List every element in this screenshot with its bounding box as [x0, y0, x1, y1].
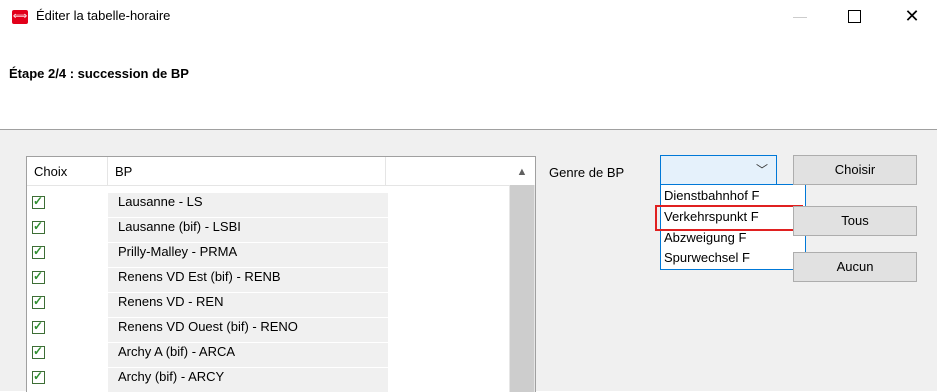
bp-type-label: Genre de BP — [549, 165, 625, 180]
bp-cell: Renens VD Ouest (bif) - RENO — [108, 318, 388, 342]
table-row[interactable]: Lausanne (bif) - LSBI — [27, 218, 510, 243]
column-header-choice[interactable]: Choix — [27, 157, 108, 185]
bp-cell: Archy (bif) - ARCY — [108, 368, 388, 392]
wizard-header: Étape 2/4 : succession de BP — [0, 33, 937, 130]
chevron-down-icon: ﹀ — [755, 163, 768, 177]
maximize-icon — [847, 9, 861, 23]
row-checkbox[interactable] — [32, 319, 45, 334]
sbb-logo-icon: ⟺ — [12, 10, 28, 24]
scroll-up-arrow-icon[interactable]: ▲ — [509, 157, 535, 185]
dropdown-option-dienstbahnhof[interactable]: Dienstbahnhof F — [664, 188, 759, 206]
bp-type-select[interactable]: ﹀ — [660, 155, 777, 185]
row-checkbox[interactable] — [32, 244, 45, 259]
row-checkbox[interactable] — [32, 294, 45, 309]
bp-cell: Renens VD - REN — [108, 293, 388, 317]
bp-cell: Archy A (bif) - ARCA — [108, 343, 388, 367]
close-icon: ✕ — [904, 6, 920, 26]
table-header: Choix BP — [27, 157, 517, 186]
scroll-thumb[interactable] — [510, 185, 534, 392]
select-all-button[interactable]: Tous — [793, 206, 917, 236]
row-checkbox[interactable] — [32, 219, 45, 234]
vertical-scrollbar[interactable]: ▲ — [509, 157, 535, 392]
minimize-icon: — — [793, 8, 807, 24]
table-row[interactable]: Renens VD - REN — [27, 293, 510, 318]
edit-timetable-window: ⟺ Éditer la tabelle-horaire — ✕ Étape 2/… — [0, 0, 937, 392]
table-row[interactable]: Renens VD Est (bif) - RENB — [27, 268, 510, 293]
minimize-button[interactable]: — — [777, 0, 823, 33]
bp-cell: Lausanne - LS — [108, 193, 388, 217]
bp-cell: Prilly-Malley - PRMA — [108, 243, 388, 267]
maximize-button[interactable] — [831, 0, 877, 33]
bp-table: Choix BP Lausanne - LS Lausanne (bif) - … — [26, 156, 536, 392]
choose-button[interactable]: Choisir — [793, 155, 917, 185]
dropdown-option-abzweigung[interactable]: Abzweigung F — [664, 230, 746, 248]
table-row[interactable]: Prilly-Malley - PRMA — [27, 243, 510, 268]
dropdown-option-spurwechsel[interactable]: Spurwechsel F — [664, 250, 750, 268]
title-bar[interactable]: ⟺ Éditer la tabelle-horaire — ✕ — [0, 0, 937, 33]
bp-cell: Renens VD Est (bif) - RENB — [108, 268, 388, 292]
row-checkbox[interactable] — [32, 194, 45, 209]
close-button[interactable]: ✕ — [889, 0, 935, 33]
column-header-bp[interactable]: BP — [108, 157, 386, 185]
table-rows: Lausanne - LS Lausanne (bif) - LSBI Pril… — [27, 193, 510, 392]
row-checkbox[interactable] — [32, 369, 45, 384]
table-row[interactable]: Archy A (bif) - ARCA — [27, 343, 510, 368]
table-row[interactable]: Archy (bif) - ARCY — [27, 368, 510, 392]
row-checkbox[interactable] — [32, 269, 45, 284]
row-checkbox[interactable] — [32, 344, 45, 359]
bp-cell: Lausanne (bif) - LSBI — [108, 218, 388, 242]
table-row[interactable]: Lausanne - LS — [27, 193, 510, 218]
select-none-button[interactable]: Aucun — [793, 252, 917, 282]
table-row[interactable]: Renens VD Ouest (bif) - RENO — [27, 318, 510, 343]
window-title: Éditer la tabelle-horaire — [36, 8, 171, 23]
step-title: Étape 2/4 : succession de BP — [9, 66, 189, 81]
highlight-box — [655, 205, 803, 231]
